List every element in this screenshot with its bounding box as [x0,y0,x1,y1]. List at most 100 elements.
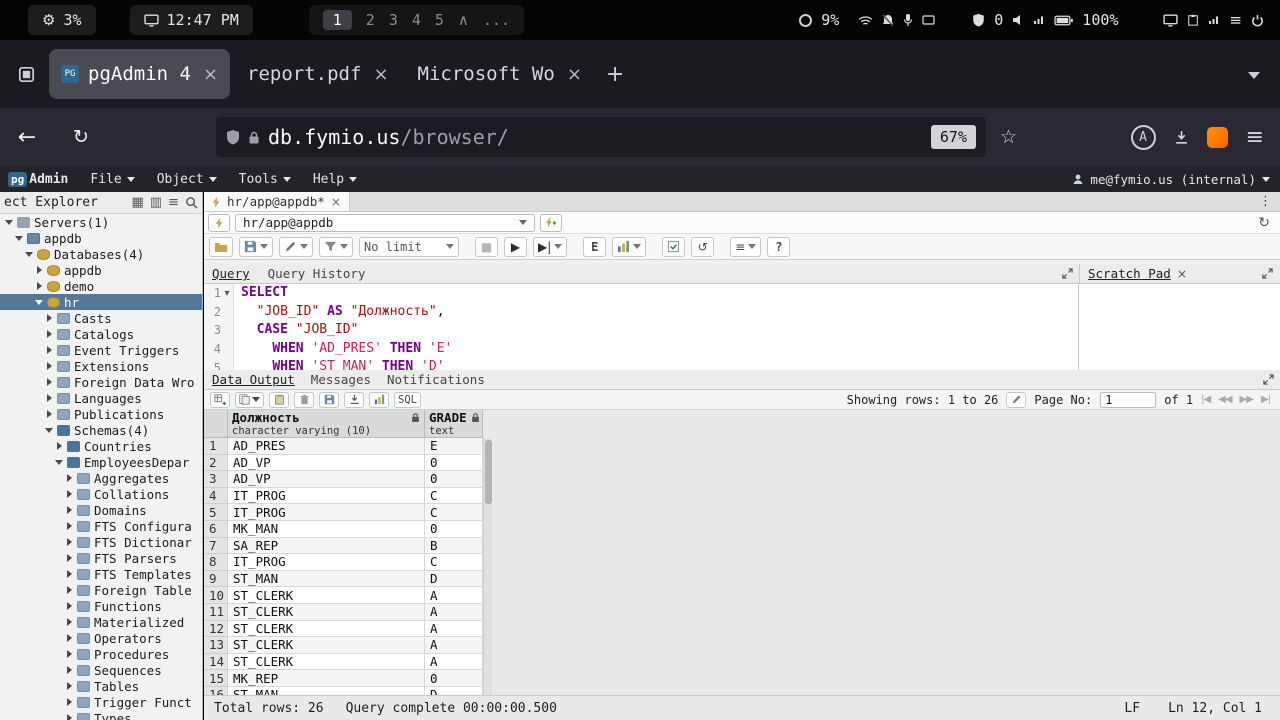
explain-button[interactable]: E [583,237,606,257]
tracking-shield-icon[interactable] [226,129,240,145]
tree-arrow-icon[interactable] [64,504,76,516]
row-number[interactable]: 2 [204,455,228,472]
tree-item-casts[interactable]: Casts [0,310,202,326]
table-row[interactable]: 12ST_CLERKA [204,621,483,638]
first-page-icon[interactable]: |◀ [1201,394,1210,405]
graph-visualiser-button[interactable] [369,392,389,408]
row-number[interactable]: 14 [204,654,228,671]
cell-value[interactable]: IT_PROG [228,488,425,505]
filter-button[interactable] [319,237,353,257]
tree-item-fts-parsers[interactable]: FTS Parsers [0,550,202,566]
wifi-icon[interactable] [858,15,873,26]
table-row[interactable]: 3AD_VP0 [204,471,483,488]
cell-value[interactable]: MK_REP [228,670,425,687]
cell-value[interactable]: IT_PROG [228,504,425,521]
table-row[interactable]: 10ST_CLERKA [204,587,483,604]
table-row[interactable]: 2AD_VP0 [204,455,483,472]
tree-item-domains[interactable]: Domains [0,502,202,518]
scratch-pad-title[interactable]: Scratch Pad [1088,266,1171,281]
workspace-3[interactable]: 3 [389,11,398,29]
row-number[interactable]: 8 [204,554,228,571]
restore-layout-icon[interactable]: ↻ [1258,215,1270,231]
tree-item-catalogs[interactable]: Catalogs [0,326,202,342]
tree-arrow-icon[interactable] [64,488,76,500]
cell-value[interactable]: D [425,687,483,695]
connection-bolt-button[interactable] [208,214,230,232]
new-tab-button[interactable]: + [606,62,624,87]
tree-arrow-icon[interactable] [54,456,66,468]
help-button[interactable]: ? [767,237,790,257]
tree-item-functions[interactable]: Functions [0,598,202,614]
cell-value[interactable]: MK_MAN [228,521,425,538]
lock-icon[interactable] [248,130,260,145]
tree-arrow-icon[interactable] [54,440,66,452]
zoom-badge[interactable]: 67% [931,125,976,149]
rollback-button[interactable]: ↺ [691,237,714,257]
row-number[interactable]: 5 [204,504,228,521]
table-row[interactable]: 14ST_CLERKA [204,654,483,671]
power-icon[interactable] [1251,14,1264,27]
tree-item-servers-1[interactable]: Servers(1) [0,214,202,230]
tree-arrow-icon[interactable] [64,600,76,612]
tab-list-chevron-icon[interactable] [1248,65,1260,84]
cell-value[interactable]: E [425,438,483,455]
expand-output-icon[interactable] [1263,374,1274,385]
tree-arrow-icon[interactable] [64,472,76,484]
tree-arrow-icon[interactable] [34,280,46,292]
cell-value[interactable]: A [425,637,483,654]
tree-arrow-icon[interactable] [34,264,46,276]
cell-value[interactable]: ST_CLERK [228,604,425,621]
tree-arrow-icon[interactable] [44,392,56,404]
tree-item-procedures[interactable]: Procedures [0,646,202,662]
last-page-icon[interactable]: ▶| [1261,394,1270,405]
volume-icon[interactable] [1012,14,1024,26]
save-page-icon[interactable] [1174,130,1189,145]
cancel-query-button[interactable]: ■ [475,237,498,257]
scrollbar-thumb[interactable] [485,440,492,504]
tree-arrow-icon[interactable] [4,216,16,228]
cell-value[interactable]: A [425,587,483,604]
signal-icon[interactable] [1033,15,1045,25]
tree-arrow-icon[interactable] [14,232,26,244]
workspace-5[interactable]: 5 [435,11,444,29]
tree-item-fts-dictionar[interactable]: FTS Dictionar [0,534,202,550]
back-button[interactable]: ← [14,125,40,150]
table-row[interactable]: 1AD_PRESE [204,438,483,455]
cell-value[interactable]: IT_PROG [228,554,425,571]
cell-value[interactable]: A [425,604,483,621]
tree-item-extensions[interactable]: Extensions [0,358,202,374]
table-row[interactable]: 16ST_MAND [204,687,483,695]
tree-arrow-icon[interactable] [44,424,56,436]
tree-arrow-icon[interactable] [64,712,76,720]
connection-select[interactable]: hr/app@appdb [235,214,535,232]
tree-item-event-triggers[interactable]: Event Triggers [0,342,202,358]
row-number[interactable]: 13 [204,637,228,654]
tree-arrow-icon[interactable] [64,680,76,692]
table-row[interactable]: 7SA_REPB [204,538,483,555]
table-row[interactable]: 15MK_REP0 [204,670,483,687]
menu-tools[interactable]: Tools [239,172,291,187]
row-number[interactable]: 16 [204,687,228,695]
menu-help[interactable]: Help [313,172,357,187]
search-icon[interactable] [185,196,198,209]
table-row[interactable]: 13ST_CLERKA [204,637,483,654]
bell-muted-icon[interactable] [882,14,894,27]
tree-arrow-icon[interactable] [44,408,56,420]
tree-arrow-icon[interactable] [64,568,76,580]
tree-item-fts-configura[interactable]: FTS Configura [0,518,202,534]
url-bar[interactable]: db.fymio.us/browser/ 67% [216,117,986,157]
tab-close-icon[interactable]: × [567,64,582,85]
cell-value[interactable]: 0 [425,521,483,538]
add-row-button[interactable] [210,392,230,408]
panel-kebab-icon[interactable]: ⋮ [1259,194,1272,209]
edit-range-button[interactable] [1006,392,1026,408]
row-number[interactable]: 4 [204,488,228,505]
tab-notifications[interactable]: Notifications [387,372,485,387]
save-button[interactable] [239,237,273,257]
cell-value[interactable]: ST_MAN [228,687,425,695]
bookmark-star-icon[interactable]: ☆ [1000,126,1017,148]
column-header-grade[interactable]: GRADE text [425,410,483,438]
cell-value[interactable]: C [425,488,483,505]
tree-item-languages[interactable]: Languages [0,390,202,406]
tree-arrow-icon[interactable] [44,328,56,340]
